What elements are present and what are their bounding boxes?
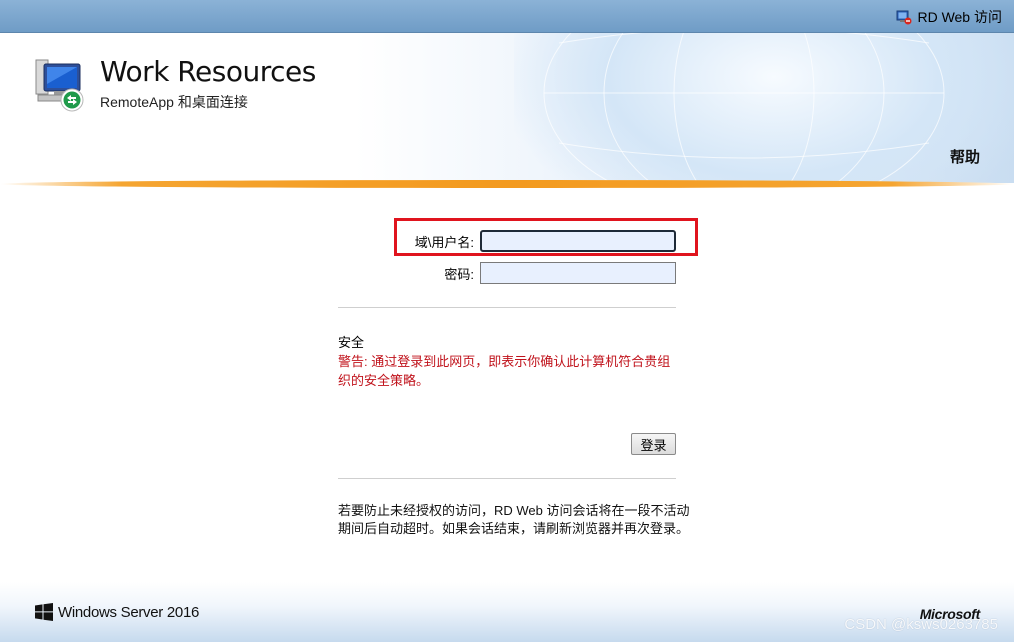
rd-web-access-link[interactable]: RD Web 访问 (896, 7, 1002, 27)
header-divider (0, 180, 1014, 188)
watermark: CSDN @ksws0263785 (844, 616, 998, 633)
password-input[interactable] (480, 262, 676, 284)
rd-web-access-label: RD Web 访问 (917, 9, 1002, 25)
page-header: Work Resources RemoteApp 和桌面连接 帮助 (0, 33, 1014, 183)
username-highlight-box (394, 218, 698, 256)
form-divider-bottom (338, 478, 676, 479)
security-warning: 警告: 通过登录到此网页，即表示你确认此计算机符合贵组织的安全策略。 (338, 354, 671, 388)
windows-logo-icon (35, 603, 53, 621)
page-subtitle: RemoteApp 和桌面连接 (100, 94, 248, 110)
product-name: Windows Server 2016 (58, 604, 200, 621)
timeout-note: 若要防止未经授权的访问，RD Web 访问会话将在一段不活动期间后自动超时。如果… (338, 503, 690, 536)
page-footer: Windows Server 2016 Microsoft CSDN @ksws… (0, 582, 1014, 642)
rd-web-access-icon (896, 9, 912, 25)
globe-decoration (543, 33, 945, 183)
top-bar: RD Web 访问 (0, 0, 1014, 33)
password-row: 密码: (408, 262, 676, 284)
form-divider-top (338, 307, 676, 308)
password-label: 密码: (444, 266, 474, 282)
login-button[interactable]: 登录 (631, 433, 676, 455)
help-link[interactable]: 帮助 (950, 146, 980, 167)
security-heading: 安全 (338, 335, 365, 350)
page-title: Work Resources (100, 55, 316, 88)
remote-desktop-computer-icon (34, 58, 90, 114)
